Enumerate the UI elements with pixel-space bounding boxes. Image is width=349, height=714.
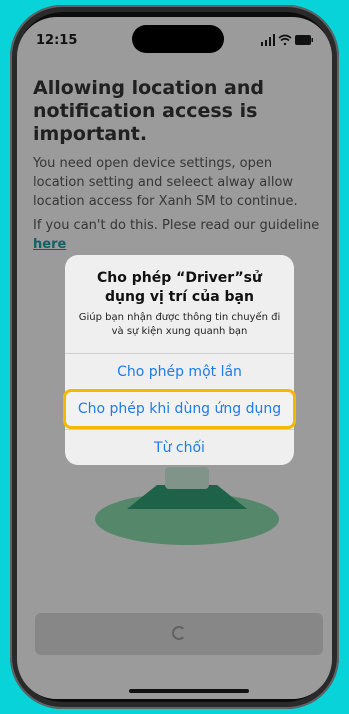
location-permission-alert: Cho phép “Driver”sử dụng vị trí của bạn …: [63, 255, 296, 465]
alert-message: Giúp bạn nhận được thông tin chuyến đi v…: [78, 312, 281, 337]
screen: Allowing location and notification acces…: [17, 17, 332, 699]
status-icons: [261, 34, 313, 46]
battery-icon: [295, 35, 313, 45]
allow-once-button[interactable]: Cho phép một lần: [65, 353, 294, 389]
status-time: 12:15: [36, 33, 78, 48]
home-indicator: [129, 689, 249, 693]
wifi-icon: [278, 34, 292, 46]
alert-title: Cho phép “Driver”sử dụng vị trí của bạn: [97, 270, 262, 305]
signal-icon: [261, 34, 275, 46]
allow-while-using-button[interactable]: Cho phép khi dùng ứng dụng: [65, 391, 294, 427]
dynamic-island: [132, 25, 224, 53]
deny-button[interactable]: Từ chối: [65, 429, 294, 465]
